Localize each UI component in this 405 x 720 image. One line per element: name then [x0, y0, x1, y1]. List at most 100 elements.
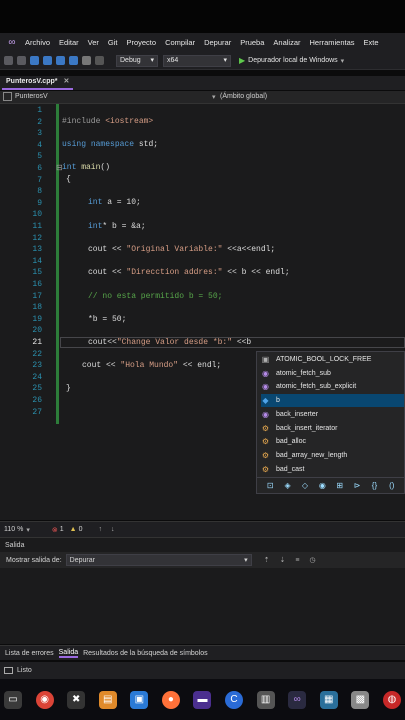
folder-app-icon[interactable]: ▭ — [4, 690, 22, 709]
wrap-icon[interactable]: ≡ — [295, 557, 299, 564]
menu-git[interactable]: Git — [108, 38, 118, 47]
menu-depurar[interactable]: Depurar — [204, 38, 231, 47]
settings-icon[interactable]: ▩ — [351, 690, 370, 709]
new-project-icon[interactable] — [30, 56, 39, 65]
collapse-icon[interactable]: ⊟ — [56, 163, 63, 172]
run-debugger-button[interactable]: Depurador local de Windows — [248, 57, 338, 64]
chrome-icon[interactable]: ◉ — [35, 690, 54, 709]
warning-icon[interactable]: ▲ — [70, 526, 77, 533]
completion-item-label: bad_cast — [276, 465, 305, 473]
macro-icon: ▣ — [261, 355, 270, 364]
error-icon[interactable]: ⊗ — [52, 526, 58, 534]
clock-icon[interactable]: ◷ — [309, 556, 315, 564]
code-line-26: } — [66, 384, 71, 393]
completion-item[interactable]: ◉ atomic_fetch_sub — [261, 367, 404, 380]
menu-archivo[interactable]: Archivo — [25, 38, 50, 47]
line-number: 22 — [32, 349, 42, 359]
clear-all-icon[interactable]: ⇣ — [280, 556, 286, 564]
chevron-down-icon[interactable]: ▾ — [212, 93, 216, 101]
filter-macro-icon[interactable]: ⊳ — [352, 481, 362, 490]
line-number: 26 — [32, 396, 42, 405]
error-count[interactable]: 1 — [60, 526, 64, 533]
line-number: 10 — [32, 210, 42, 220]
filter-struct-icon[interactable]: ◇ — [300, 481, 310, 490]
visual-studio-taskbar-icon[interactable]: ∞ — [288, 690, 307, 709]
save-icon[interactable] — [56, 56, 65, 65]
tab-output[interactable]: Salida — [58, 649, 79, 658]
arrow-down-icon[interactable]: ↓ — [111, 526, 115, 533]
completion-item[interactable]: ⚙ bad_alloc — [261, 435, 404, 448]
completion-item-label: bad_array_new_length — [276, 451, 348, 459]
function-icon: ◉ — [262, 409, 269, 419]
terminal-icon[interactable]: ▦ — [319, 690, 338, 709]
menu-editar[interactable]: Editar — [59, 38, 79, 47]
filter-namespace-icon[interactable]: {} — [369, 481, 379, 490]
line-number: 17 — [32, 291, 42, 301]
filter-class-icon[interactable]: ◈ — [282, 481, 292, 490]
line-number: 15 — [32, 268, 42, 278]
tab-punterosv-cpp[interactable]: PunterosV.cpp* ✕ — [2, 76, 74, 90]
zoom-level[interactable]: 110 % — [4, 526, 23, 533]
platform-select[interactable]: x64 ▾ — [163, 54, 231, 67]
filter-all-icon[interactable]: ⊡ — [265, 481, 275, 490]
line-number: 4 — [37, 140, 42, 150]
line-number: 3 — [37, 129, 42, 139]
line-number: 24 — [32, 372, 42, 382]
open-icon[interactable] — [43, 56, 52, 65]
intellisense-completion-list[interactable]: ▣ ATOMIC_BOOL_LOCK_FREE ◉ atomic_fetch_sub ◉… — [256, 351, 405, 494]
edge-icon[interactable]: C — [225, 690, 244, 709]
redo-icon[interactable] — [95, 56, 104, 65]
close-icon[interactable]: ✕ — [63, 78, 69, 85]
menu-herramientas[interactable]: Herramientas — [310, 38, 355, 47]
notes-icon[interactable]: ▥ — [256, 690, 275, 709]
filter-enum-icon[interactable]: ⊞ — [335, 481, 345, 490]
code-line-20: *b = 50; — [88, 315, 127, 324]
arrow-up-icon[interactable]: ↑ — [98, 526, 102, 533]
completion-item[interactable]: ◉ atomic_fetch_sub_explicit — [261, 380, 404, 393]
app-icon[interactable]: ✖ — [67, 690, 86, 709]
record-icon[interactable]: ◍ — [382, 690, 401, 709]
back-icon[interactable] — [4, 56, 13, 65]
window-top-band — [0, 0, 405, 33]
completion-item[interactable]: ⚙ bad_cast — [261, 463, 404, 476]
menu-ver[interactable]: Ver — [88, 38, 99, 47]
chevron-down-icon: ▾ — [244, 557, 248, 564]
chevron-down-icon[interactable]: ▾ — [26, 526, 30, 534]
scope-dropdown[interactable]: (Ámbito global) — [220, 93, 267, 100]
project-dropdown[interactable]: PunterosV — [15, 93, 48, 100]
file-explorer-icon[interactable]: ▤ — [98, 690, 117, 709]
line-number: 7 — [37, 175, 42, 185]
save-all-icon[interactable] — [69, 56, 78, 65]
completion-item-label: ATOMIC_BOOL_LOCK_FREE — [276, 356, 372, 363]
chevron-down-icon[interactable]: ▾ — [341, 57, 345, 65]
completion-item[interactable]: ⚙ bad_array_new_length — [261, 449, 404, 462]
filter-function-icon[interactable]: ◉ — [317, 481, 327, 490]
menu-prueba[interactable]: Prueba — [240, 38, 264, 47]
taskbar: ▭ ◉ ✖ ▤ ▣ ● ▬ C ▥ ∞ ▦ ▩ ◍ — [0, 679, 405, 720]
code-line-24: cout << "Hola Mundo" << endl; — [82, 361, 222, 370]
media-icon[interactable]: ▬ — [193, 690, 212, 709]
code-line-14: cout << "Original Variable:" <<a<<endl; — [88, 245, 276, 254]
forward-icon[interactable] — [17, 56, 26, 65]
menu-compilar[interactable]: Compilar — [165, 38, 195, 47]
warning-count[interactable]: 0 — [79, 526, 83, 533]
undo-icon[interactable] — [82, 56, 91, 65]
find-icon[interactable]: ⇡ — [264, 556, 270, 564]
completion-item[interactable]: ▣ ATOMIC_BOOL_LOCK_FREE — [261, 353, 404, 366]
store-icon[interactable]: ▣ — [130, 690, 149, 709]
completion-item[interactable]: ◉ back_inserter — [261, 408, 404, 421]
filter-template-icon[interactable]: () — [387, 481, 397, 490]
output-source-select[interactable]: Depurar ▾ — [65, 554, 252, 566]
tab-symbol-results[interactable]: Resultados de la búsqueda de símbolos — [83, 650, 208, 657]
menu-extensiones[interactable]: Exte — [364, 38, 379, 47]
code-line-10: int a = 10; — [88, 198, 141, 207]
completion-item[interactable]: ◆ b — [261, 394, 404, 408]
completion-item[interactable]: ⚙ back_insert_iterator — [261, 422, 404, 435]
config-select[interactable]: Debug ▾ — [116, 54, 158, 67]
firefox-icon[interactable]: ● — [161, 690, 180, 709]
tab-error-list[interactable]: Lista de errores — [5, 650, 54, 657]
class-icon: ⚙ — [261, 450, 270, 460]
menu-proyecto[interactable]: Proyecto — [126, 38, 156, 47]
menu-analizar[interactable]: Analizar — [273, 38, 300, 47]
play-icon[interactable]: ▶ — [239, 56, 245, 65]
